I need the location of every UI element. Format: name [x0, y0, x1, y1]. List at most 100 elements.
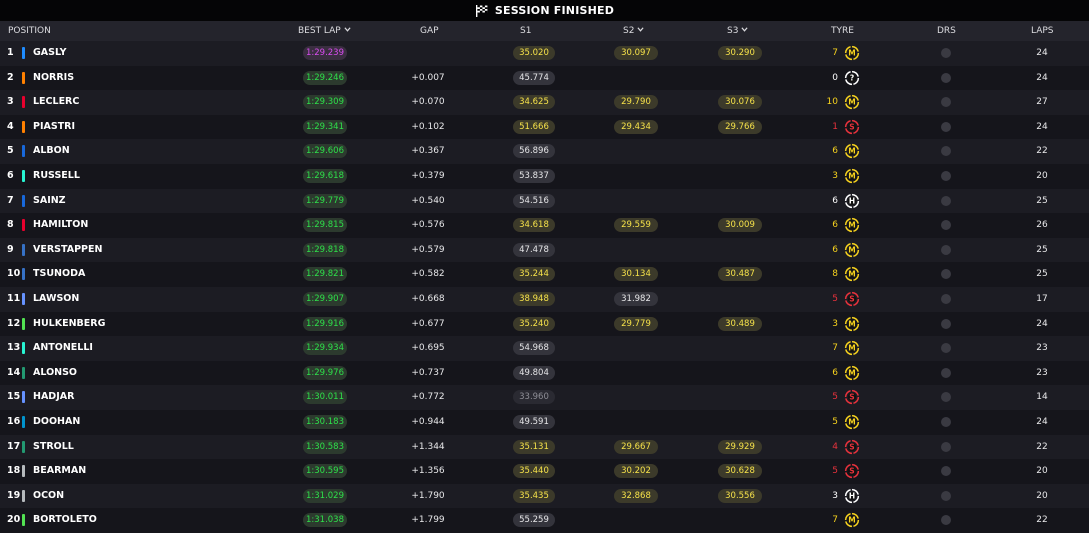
table-row[interactable]: 12 HULKENBERG 1:29.916 +0.677 35.240 29.779 30…	[0, 311, 1089, 337]
position-number: 7	[7, 194, 14, 206]
gap-value	[400, 41, 456, 66]
table-row[interactable]: 11 LAWSON 1:29.907 +0.668 38.948 31.982 5 S 17	[0, 286, 1089, 312]
sector-3-time: 30.556	[718, 488, 762, 503]
table-row[interactable]: 20 BORTOLETO 1:31.038 +1.799 55.259 7 M 22	[0, 508, 1089, 533]
best-lap-time: 1:30.183	[303, 414, 347, 429]
driver-name: LAWSON	[33, 292, 80, 304]
tyre-age: 6	[832, 146, 838, 157]
tyre-compound-icon: ?	[844, 70, 860, 85]
tyre-compound-icon: M	[844, 45, 860, 61]
team-color-bar	[22, 219, 25, 232]
table-row[interactable]: 7 SAINZ 1:29.779 +0.540 54.516 6 H 25	[0, 188, 1089, 214]
table-row[interactable]: 18 BEARMAN 1:30.595 +1.356 35.440 30.202 30.62…	[0, 459, 1089, 484]
table-row[interactable]: 16 DOOHAN 1:30.183 +0.944 49.591 5 M 24	[0, 409, 1089, 435]
laps-count: 24	[1036, 48, 1048, 58]
table-row[interactable]: 17 STROLL 1:30.583 +1.344 35.131 29.667 29.929…	[0, 434, 1089, 460]
tyre-age: 7	[832, 48, 838, 58]
sector-1-time: 34.618	[513, 218, 555, 233]
col-s2-label: S2	[623, 26, 635, 36]
drs-indicator	[941, 318, 951, 329]
table-row[interactable]: 6 RUSSELL 1:29.618 +0.379 53.837 3 M 20	[0, 163, 1089, 189]
team-color-bar	[22, 292, 25, 305]
chevron-down-icon	[741, 27, 749, 32]
table-row[interactable]: 10 TSUNODA 1:29.821 +0.582 35.244 30.134 30.48…	[0, 262, 1089, 287]
tyre-age: 6	[832, 367, 838, 378]
sector-2-time: 30.134	[614, 267, 658, 282]
tyre-compound-letter: S	[849, 122, 854, 131]
sector-1-time: 56.896	[513, 144, 555, 159]
tyre-compound-letter: ?	[850, 73, 854, 82]
position-number: 13	[7, 342, 21, 354]
tyre-age: 6	[832, 220, 838, 231]
gap-value: +0.007	[411, 72, 445, 83]
position-number: 20	[7, 514, 21, 526]
tyre-compound-icon: M	[844, 365, 860, 380]
laps-count: 22	[1036, 146, 1048, 157]
gap-value: +0.677	[411, 318, 445, 329]
table-row[interactable]: 1 GASLY 1:29.239 35.020 30.097 30.290 7 M 24	[0, 41, 1089, 66]
gap-value: +0.576	[411, 220, 445, 231]
table-row[interactable]: 14 ALONSO 1:29.976 +0.737 49.804 6 M 23	[0, 360, 1089, 386]
team-color-bar	[22, 96, 25, 109]
sector-1-time: 35.244	[513, 267, 555, 282]
laps-count: 22	[1036, 515, 1048, 526]
team-color-bar	[22, 514, 25, 527]
sector-3-time: 29.929	[718, 439, 762, 454]
team-color-bar	[22, 440, 25, 453]
gap-value: +0.737	[411, 367, 445, 378]
best-lap-time: 1:29.818	[303, 242, 347, 257]
table-row[interactable]: 3 LECLERC 1:29.309 +0.070 34.625 29.790 30.076…	[0, 90, 1089, 115]
tyre-compound-icon: M	[844, 242, 860, 257]
drs-indicator	[941, 466, 951, 477]
drs-indicator	[941, 367, 951, 378]
position-number: 8	[7, 219, 14, 231]
gap-value: +0.379	[411, 170, 445, 181]
tyre-compound-letter: S	[849, 467, 854, 476]
tyre-compound-icon: S	[844, 463, 860, 479]
tyre-compound-icon: M	[844, 95, 860, 110]
tyre-age: 5	[832, 392, 838, 403]
sector-1-time: 49.804	[513, 365, 555, 380]
table-header: POSITION BEST LAP GAP S1 S2 S3 TYRE DRS …	[0, 21, 1089, 41]
col-s3[interactable]: S3	[727, 21, 749, 41]
tyre-compound-icon: M	[844, 340, 860, 356]
tyre-compound-letter: M	[848, 319, 855, 328]
position-number: 6	[7, 169, 14, 181]
tyre-compound-letter: S	[849, 295, 854, 304]
team-color-bar	[22, 342, 25, 355]
tyre-compound-icon: M	[844, 144, 860, 159]
table-row[interactable]: 19 OCON 1:31.029 +1.790 35.435 32.868 30.556 3 H…	[0, 483, 1089, 509]
gap-value: +1.344	[411, 441, 445, 452]
position-number: 11	[7, 292, 21, 304]
table-row[interactable]: 8 HAMILTON 1:29.815 +0.576 34.618 29.559 30.00…	[0, 213, 1089, 238]
table-row[interactable]: 15 HADJAR 1:30.011 +0.772 33.960 5 S 14	[0, 385, 1089, 410]
best-lap-time: 1:29.246	[303, 70, 347, 85]
sector-2-time: 30.202	[614, 464, 658, 479]
table-row[interactable]: 9 VERSTAPPEN 1:29.818 +0.579 47.478 6 M 25	[0, 237, 1089, 263]
col-gap: GAP	[420, 26, 439, 36]
sector-1-time: 45.774	[513, 70, 555, 85]
table-row[interactable]: 2 NORRIS 1:29.246 +0.007 45.774 0? 24	[0, 65, 1089, 91]
best-lap-time: 1:30.583	[303, 439, 347, 454]
best-lap-time: 1:29.239	[303, 46, 347, 60]
table-row[interactable]: 5 ALBON 1:29.606 +0.367 56.896 6 M 22	[0, 139, 1089, 164]
table-row[interactable]: 4 PIASTRI 1:29.341 +0.102 51.666 29.434 29.766…	[0, 114, 1089, 140]
tyre-compound-letter: M	[848, 368, 855, 377]
drs-indicator	[941, 97, 951, 108]
col-s2[interactable]: S2	[623, 21, 645, 41]
col-best-lap[interactable]: BEST LAP	[298, 21, 351, 41]
tyre-compound-icon: S	[844, 439, 860, 454]
position-number: 4	[7, 120, 14, 132]
team-color-bar	[22, 47, 25, 59]
drs-indicator	[941, 244, 951, 255]
chevron-down-icon	[637, 27, 645, 32]
driver-name: VERSTAPPEN	[33, 243, 103, 255]
driver-name: HULKENBERG	[33, 317, 106, 329]
team-color-bar	[22, 366, 25, 379]
driver-name: BORTOLETO	[33, 514, 97, 526]
table-row[interactable]: 13 ANTONELLI 1:29.934 +0.695 54.968 7 M 23	[0, 336, 1089, 361]
tyre-compound-icon: M	[844, 513, 860, 528]
laps-count: 24	[1036, 121, 1048, 132]
sector-1-time: 33.960	[513, 390, 555, 405]
sector-1-time: 35.435	[513, 488, 555, 503]
